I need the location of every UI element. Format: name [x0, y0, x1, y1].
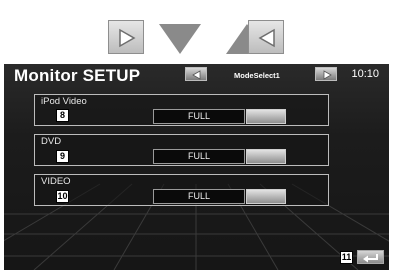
mode-next-button[interactable] — [315, 67, 337, 81]
setting-label: VIDEO — [41, 176, 71, 187]
setting-label: iPod Video — [41, 96, 87, 107]
manual-illustration: Monitor SETUP ModeSelect1 10:10 iPod Vid… — [0, 0, 393, 275]
monitor-setup-screen: Monitor SETUP ModeSelect1 10:10 iPod Vid… — [4, 64, 389, 270]
play-right-icon[interactable] — [108, 20, 144, 54]
arrow-left-icon — [192, 70, 201, 80]
mode-prev-button[interactable] — [185, 67, 207, 81]
setting-video: VIDEO FULL — [34, 174, 329, 206]
arrow-right-icon — [323, 70, 332, 80]
callout-number: 10 — [56, 190, 69, 203]
back-button[interactable] — [357, 250, 384, 264]
setting-toggle-button[interactable] — [246, 149, 286, 164]
setting-value-display: FULL — [153, 189, 245, 204]
setting-toggle-button[interactable] — [246, 109, 286, 124]
callout-number: 8 — [56, 109, 69, 122]
return-icon — [363, 254, 378, 263]
triangle-down-icon[interactable] — [157, 22, 203, 56]
page-title: Monitor SETUP — [14, 66, 141, 85]
setting-value-display: FULL — [153, 149, 245, 164]
callout-number: 11 — [340, 251, 353, 264]
setting-toggle-button[interactable] — [246, 189, 286, 204]
play-left-icon[interactable] — [248, 20, 284, 54]
callout-number: 9 — [56, 150, 69, 163]
setting-label: DVD — [41, 136, 62, 147]
setting-dvd: DVD FULL — [34, 134, 329, 166]
setting-ipod-video: iPod Video FULL — [34, 94, 329, 126]
clock: 10:10 — [351, 68, 379, 80]
setting-value-display: FULL — [153, 109, 245, 124]
mode-select-label: ModeSelect1 — [234, 71, 280, 80]
